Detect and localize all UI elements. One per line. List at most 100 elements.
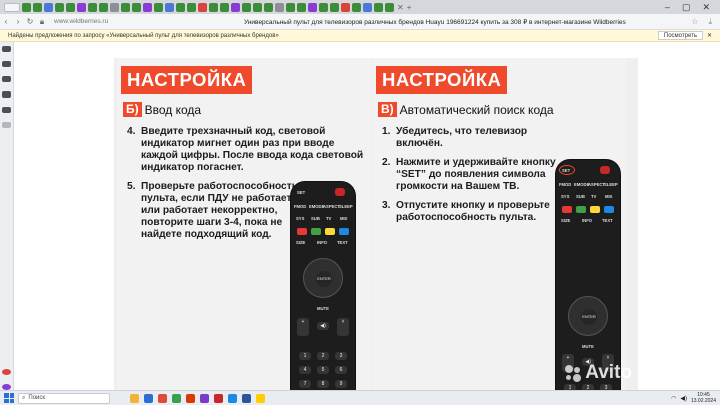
number-key: 7 xyxy=(299,380,311,388)
tab[interactable] xyxy=(374,2,383,12)
section-subheading: В) Автоматический поиск кода xyxy=(378,102,554,117)
tab[interactable] xyxy=(209,2,218,12)
sidebar-app-icon[interactable] xyxy=(2,121,11,128)
forward-icon[interactable]: › xyxy=(12,17,24,26)
setup-panel-code-entry: НАСТРОЙКА Б) Ввод кода 4. Введите трехзн… xyxy=(117,58,371,390)
avito-watermark: Avito xyxy=(565,362,632,384)
tab[interactable] xyxy=(132,2,141,12)
tab[interactable] xyxy=(165,2,174,12)
taskbar-clock[interactable]: 10:45 13.02.2024 xyxy=(691,392,716,404)
close-infobar-icon[interactable]: ✕ xyxy=(707,32,712,39)
view-offers-button[interactable]: Посмотреть xyxy=(657,31,703,40)
reload-icon[interactable]: ↻ xyxy=(24,17,36,26)
sidebar-app-icon[interactable] xyxy=(2,46,11,53)
yandex-browser-icon[interactable] xyxy=(256,393,265,403)
step-number: 5. xyxy=(127,181,136,192)
section-title: Ввод кода xyxy=(144,102,202,117)
step-item: 3. Отпустите кнопку и проверьте работосп… xyxy=(382,200,558,224)
taskbar-app-icon[interactable] xyxy=(200,393,209,403)
new-tab-icon[interactable]: + xyxy=(407,3,412,12)
tab[interactable] xyxy=(88,2,97,12)
tab[interactable] xyxy=(66,2,75,12)
volume-tray-icon[interactable]: ◀) xyxy=(680,395,687,402)
minimize-icon[interactable]: – xyxy=(665,2,670,13)
sidebar-app-icon[interactable] xyxy=(2,368,11,375)
tab[interactable] xyxy=(22,2,31,12)
bookmark-icon[interactable]: ☆ xyxy=(691,17,698,27)
tab[interactable] xyxy=(99,2,108,12)
tab[interactable] xyxy=(363,2,372,12)
remote-key-label: SIZE xyxy=(561,218,571,223)
address-bar-actions: ☆ ⤓ xyxy=(691,17,720,27)
section-subheading: Б) Ввод кода xyxy=(123,102,201,117)
remote-key-label: FMOD xyxy=(559,182,572,187)
tab[interactable] xyxy=(143,2,152,12)
tab[interactable] xyxy=(176,2,185,12)
file-explorer-icon[interactable] xyxy=(130,393,139,403)
tab[interactable] xyxy=(187,2,196,12)
tab[interactable] xyxy=(286,2,295,12)
maximize-icon[interactable]: ▢ xyxy=(682,2,691,13)
tab[interactable] xyxy=(33,2,42,12)
tab[interactable] xyxy=(319,2,328,12)
remote-key-label: FMOD xyxy=(294,204,307,209)
taskbar-app-icon[interactable] xyxy=(144,393,153,403)
tab[interactable] xyxy=(242,2,251,12)
infobar-text: Найдены предложения по запросу «Универса… xyxy=(8,32,279,39)
tab[interactable] xyxy=(275,2,284,12)
tab[interactable] xyxy=(121,2,130,12)
remote-key-label: SIZE xyxy=(296,240,306,245)
yellow-key xyxy=(590,206,600,213)
sidebar-app-icon[interactable] xyxy=(2,61,11,68)
red-key xyxy=(297,228,307,235)
tab-active[interactable] xyxy=(4,2,20,12)
address-bar: ‹ › ↻ 🔒︎ www.wildberries.ru Универсальны… xyxy=(0,14,720,30)
sidebar-app-icon[interactable] xyxy=(2,91,11,98)
remote-key-label: INFO xyxy=(317,240,328,245)
tab[interactable] xyxy=(352,2,361,12)
network-icon[interactable]: ◠ xyxy=(671,395,676,402)
tab[interactable] xyxy=(330,2,339,12)
avito-logo-icon xyxy=(565,364,582,382)
close-window-icon[interactable]: ✕ xyxy=(702,2,710,13)
taskbar-app-icon[interactable] xyxy=(214,393,223,403)
page-title: Универсальный пульт для телевизоров разл… xyxy=(244,18,626,26)
window-controls: – ▢ ✕ xyxy=(665,2,720,13)
taskbar-search-input[interactable]: ⌕ Поиск xyxy=(18,392,110,404)
taskbar-app-icon[interactable] xyxy=(228,393,237,403)
step-number: 3. xyxy=(382,200,391,211)
remote-control-illustration: SET FMOD EMODE ASPECT SLEEP SYS SUB TV M… xyxy=(556,160,620,390)
number-key: 6 xyxy=(335,366,347,374)
tab[interactable] xyxy=(253,2,262,12)
tab[interactable] xyxy=(264,2,273,12)
tab[interactable] xyxy=(77,2,86,12)
red-key xyxy=(562,206,572,213)
page-content: НАСТРОЙКА Б) Ввод кода 4. Введите трехзн… xyxy=(14,42,720,390)
taskbar-app-icon[interactable] xyxy=(158,393,167,403)
tab[interactable] xyxy=(110,2,119,12)
enter-key: ENTER xyxy=(316,271,332,287)
taskbar-app-icon[interactable] xyxy=(186,393,195,403)
tab[interactable] xyxy=(385,2,394,12)
tab[interactable] xyxy=(341,2,350,12)
tab[interactable] xyxy=(297,2,306,12)
step-text: Введите трехзначный код, световой индика… xyxy=(141,126,364,173)
tab[interactable] xyxy=(154,2,163,12)
windows-start-icon[interactable] xyxy=(4,393,14,403)
tab[interactable] xyxy=(308,2,317,12)
tab[interactable] xyxy=(44,2,53,12)
green-key xyxy=(311,228,321,235)
tab[interactable] xyxy=(198,2,207,12)
back-icon[interactable]: ‹ xyxy=(0,17,12,26)
product-image[interactable]: НАСТРОЙКА Б) Ввод кода 4. Введите трехзн… xyxy=(114,58,638,390)
taskbar-app-icon[interactable] xyxy=(172,393,181,403)
close-tab-icon[interactable]: ✕ xyxy=(397,3,404,12)
download-icon[interactable]: ⤓ xyxy=(708,17,712,27)
url-field[interactable]: www.wildberries.ru xyxy=(54,18,166,25)
tab[interactable] xyxy=(55,2,64,12)
sidebar-app-icon[interactable] xyxy=(2,106,11,113)
tab[interactable] xyxy=(231,2,240,12)
word-icon[interactable] xyxy=(242,393,251,403)
sidebar-app-icon[interactable] xyxy=(2,76,11,83)
tab[interactable] xyxy=(220,2,229,12)
